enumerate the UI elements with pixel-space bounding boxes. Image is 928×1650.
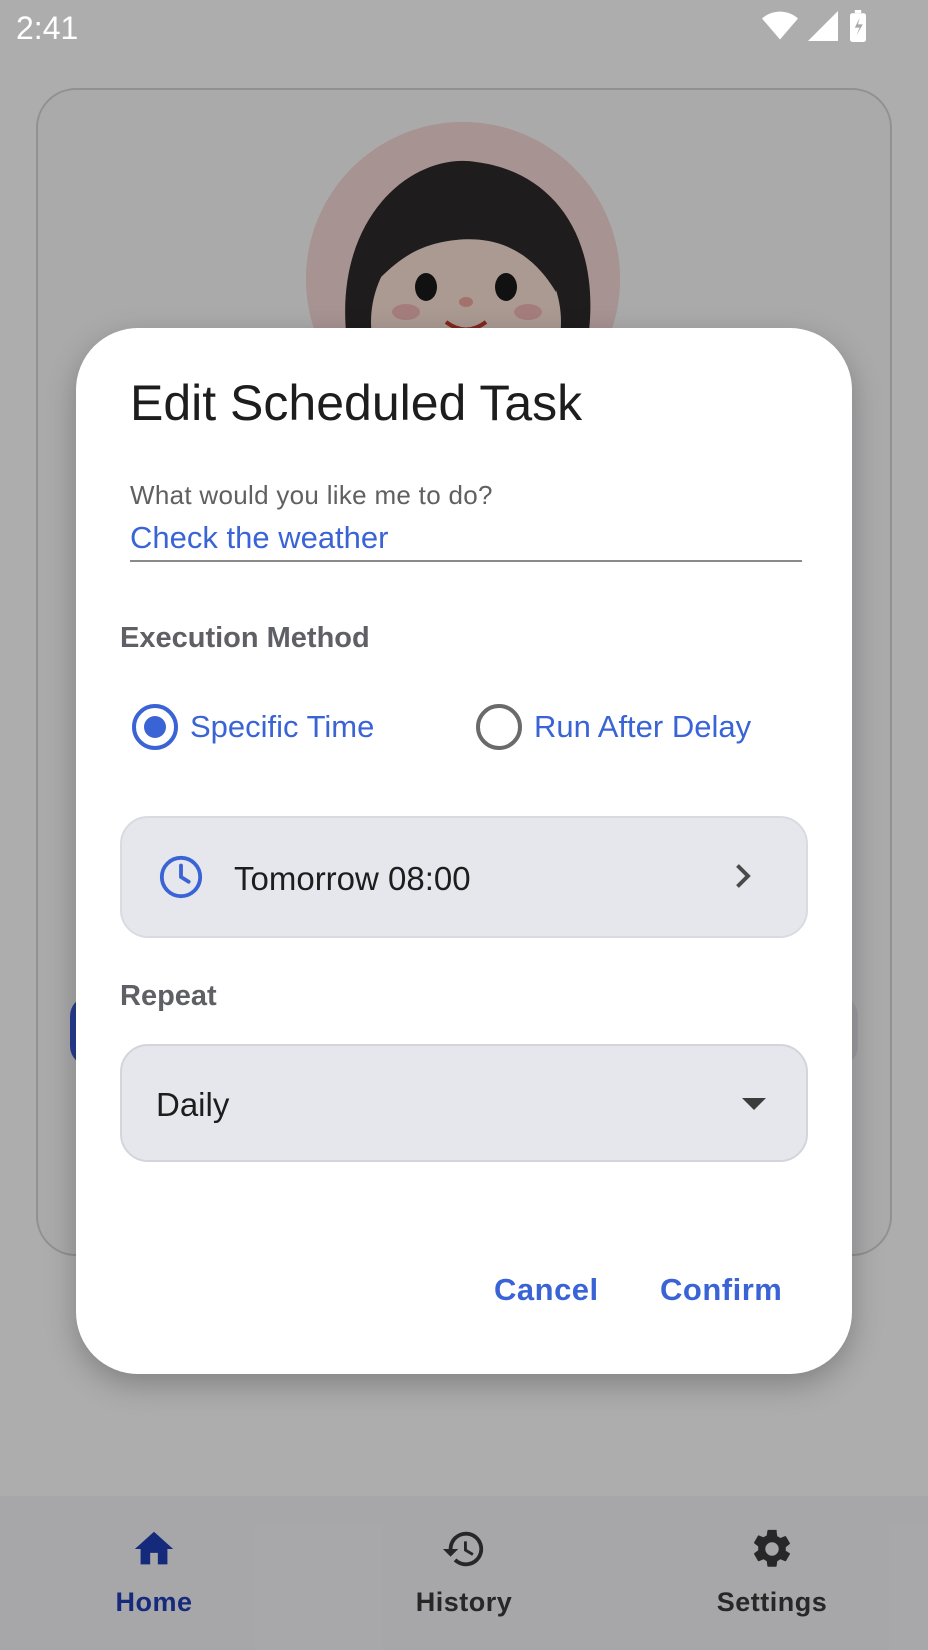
battery-icon: [850, 10, 866, 42]
execution-method-label: Execution Method: [120, 622, 370, 654]
task-input-underline: [130, 560, 802, 562]
status-bar: 2:41: [0, 0, 928, 56]
dialog-title: Edit Scheduled Task: [130, 375, 583, 431]
repeat-select[interactable]: Daily: [120, 1044, 808, 1162]
time-picker-field[interactable]: Tomorrow 08:00: [120, 816, 808, 938]
edit-task-dialog: Edit Scheduled Task What would you like …: [76, 328, 852, 1374]
radio-unselected-icon: [476, 704, 522, 750]
cancel-button[interactable]: Cancel: [494, 1272, 599, 1308]
chevron-right-icon: [736, 864, 751, 888]
time-value: Tomorrow 08:00: [234, 860, 471, 897]
repeat-label: Repeat: [120, 980, 217, 1012]
radio-selected-icon: [132, 704, 178, 750]
clock-icon: [159, 855, 203, 899]
wifi-icon: [762, 11, 798, 40]
status-icons: [762, 10, 868, 42]
confirm-button[interactable]: Confirm: [660, 1272, 782, 1308]
task-field-label: What would you like me to do?: [130, 480, 493, 510]
status-time: 2:41: [16, 10, 79, 46]
repeat-value: Daily: [156, 1086, 230, 1123]
signal-icon: [808, 11, 838, 41]
radio-run-after-delay-label: Run After Delay: [534, 709, 752, 744]
dropdown-caret-icon: [742, 1098, 766, 1110]
radio-specific-time-label: Specific Time: [190, 709, 375, 744]
task-input[interactable]: Check the weather: [130, 520, 388, 556]
radio-run-after-delay[interactable]: Run After Delay: [476, 704, 751, 750]
radio-specific-time[interactable]: Specific Time: [132, 704, 374, 750]
